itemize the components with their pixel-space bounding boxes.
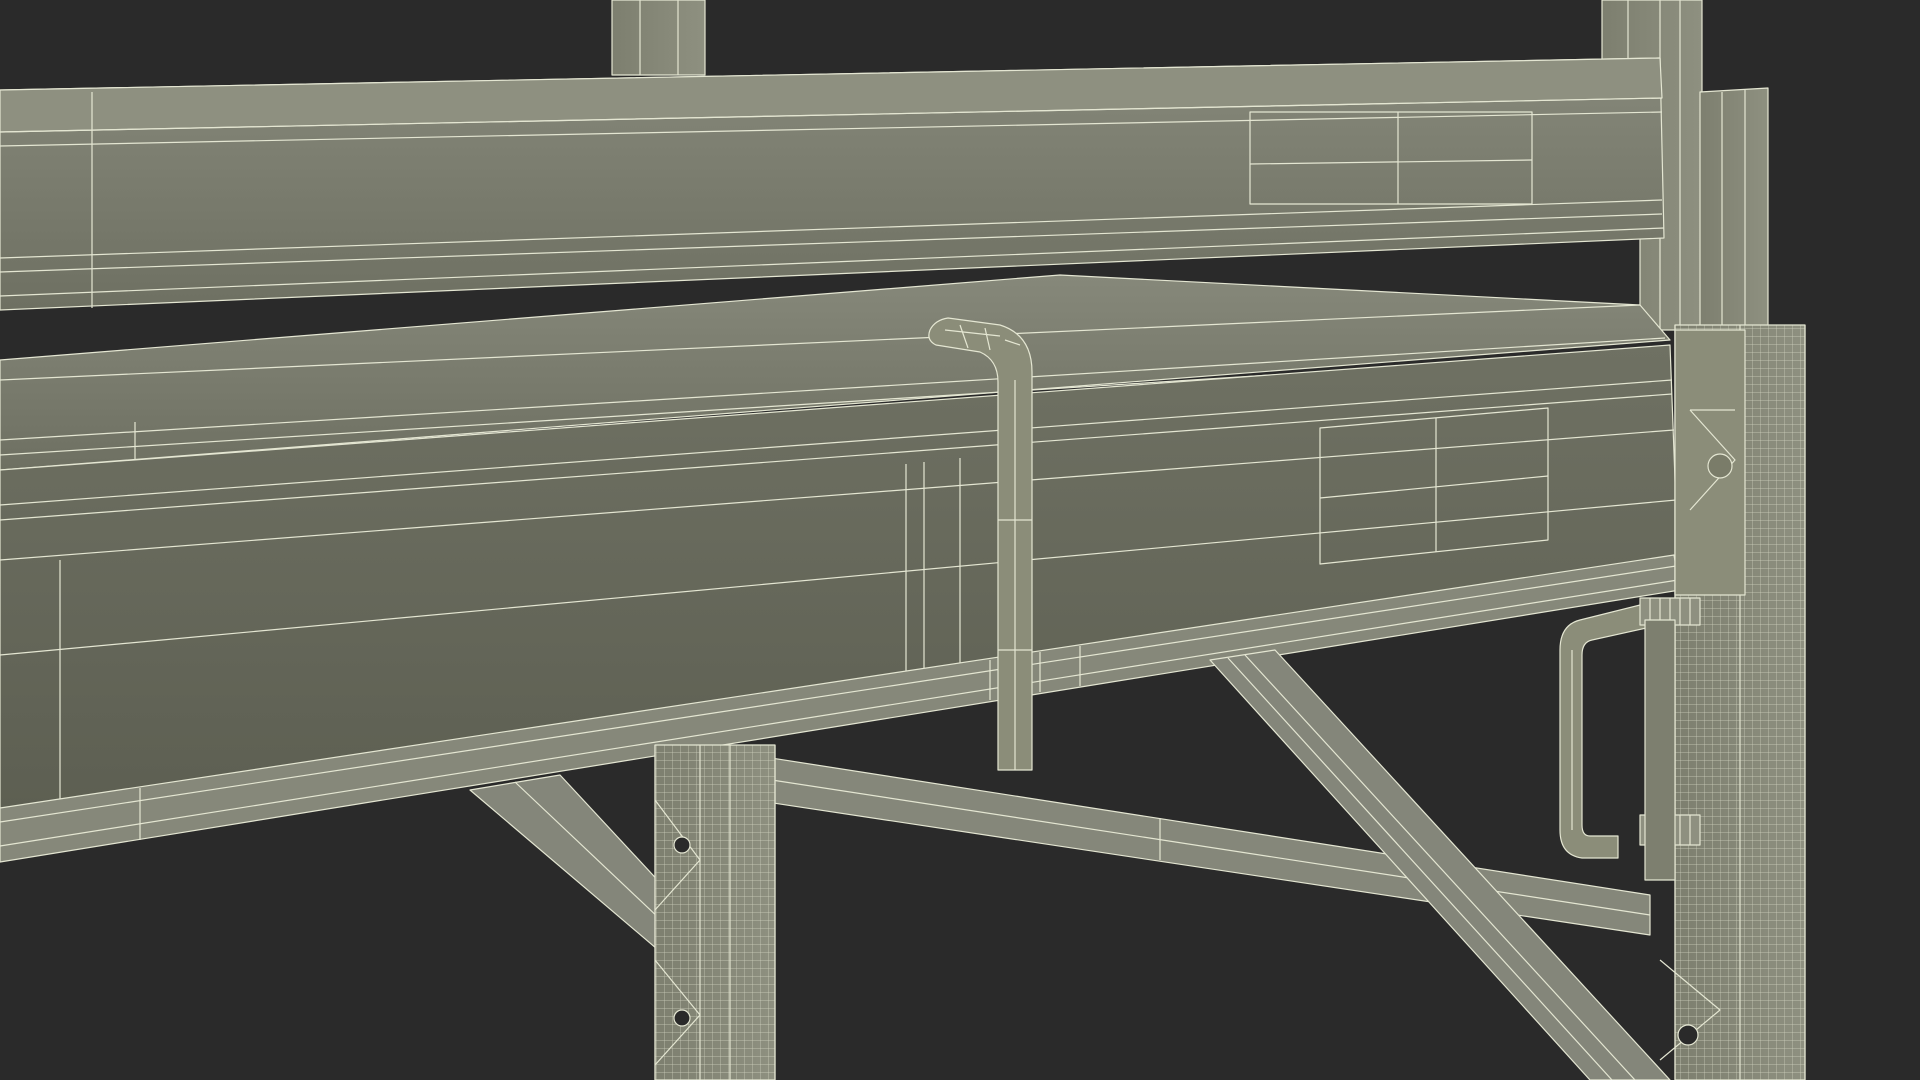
right-leg-post: [1659, 324, 1806, 1080]
render-viewport: [0, 0, 1920, 1080]
left-leg-post: [654, 744, 776, 1080]
far-right-post: [1699, 87, 1769, 331]
wireframe-scene: [0, 0, 1806, 1080]
upper-left-post: [611, 0, 706, 76]
upper-side-board: [0, 57, 1665, 311]
